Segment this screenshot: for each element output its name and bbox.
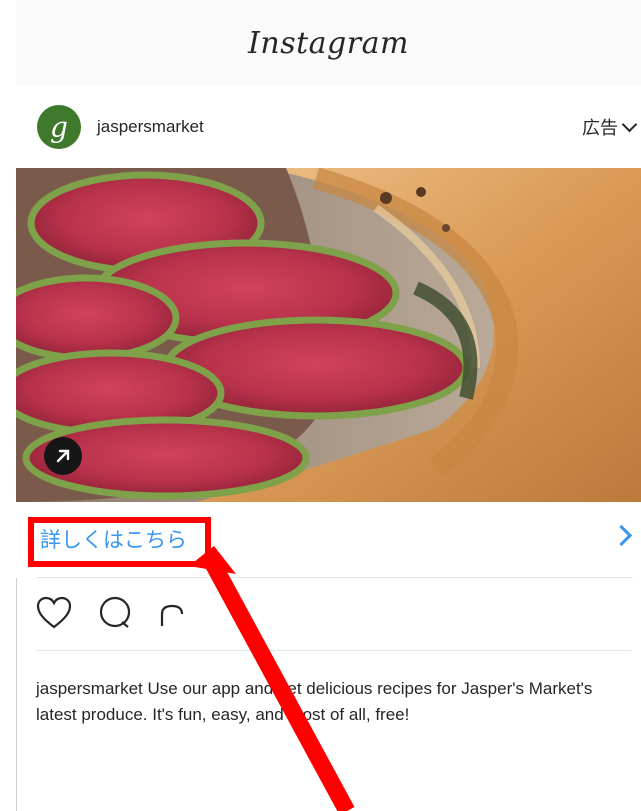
divider xyxy=(36,577,633,578)
caption-username[interactable]: jaspersmarket xyxy=(36,679,143,698)
post-actions xyxy=(36,596,188,630)
external-link-icon xyxy=(56,449,70,463)
chevron-down-icon xyxy=(621,116,638,132)
post-username[interactable]: jaspersmarket xyxy=(97,117,204,137)
external-link-badge[interactable] xyxy=(44,437,82,475)
post-header: g jaspersmarket 広告 xyxy=(16,86,641,168)
fig-tart-photo xyxy=(16,168,641,502)
share-icon[interactable] xyxy=(158,596,188,630)
app-title: Instagram xyxy=(248,25,409,61)
heart-icon[interactable] xyxy=(36,596,72,630)
sponsored-menu[interactable]: 広告 xyxy=(582,114,638,140)
app-header: Instagram xyxy=(16,0,641,87)
sponsored-label: 広告 xyxy=(582,118,618,138)
comment-icon[interactable] xyxy=(98,596,132,630)
avatar[interactable]: g xyxy=(37,105,81,149)
divider xyxy=(36,650,631,651)
annotation-highlight-box xyxy=(28,517,211,567)
post-image[interactable] xyxy=(16,168,641,502)
post-caption: jaspersmarket Use our app and get delici… xyxy=(36,676,636,728)
chevron-right-icon xyxy=(610,524,633,547)
avatar-letter: g xyxy=(50,110,68,144)
